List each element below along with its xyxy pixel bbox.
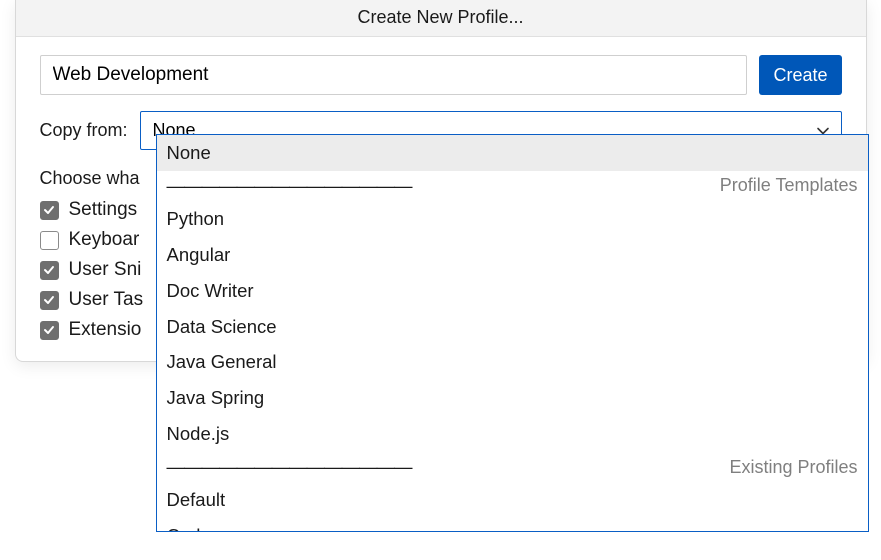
profile-name-input[interactable] bbox=[40, 55, 748, 95]
check-label: User Sni bbox=[69, 259, 142, 281]
separator-icon: —————————————— bbox=[167, 175, 412, 197]
create-profile-dialog: Create New Profile... Create Copy from: … bbox=[15, 0, 867, 362]
checkbox-extensions[interactable] bbox=[40, 321, 59, 340]
dropdown-item[interactable]: Angular bbox=[157, 237, 868, 273]
section-label-existing: Existing Profiles bbox=[729, 457, 857, 478]
check-label: Extensio bbox=[69, 319, 142, 341]
section-label-templates: Profile Templates bbox=[720, 175, 858, 196]
check-label: Keyboar bbox=[69, 229, 140, 251]
dropdown-item[interactable]: Code bbox=[157, 518, 868, 532]
copy-from-label: Copy from: bbox=[40, 120, 128, 141]
dropdown-section-templates: —————————————— Profile Templates bbox=[157, 171, 868, 201]
copy-from-dropdown[interactable]: None —————————————— Profile Templates Py… bbox=[156, 134, 869, 532]
dropdown-item-none[interactable]: None bbox=[157, 135, 868, 171]
dialog-title: Create New Profile... bbox=[16, 0, 866, 37]
checkbox-keyboard[interactable] bbox=[40, 231, 59, 250]
separator-icon: —————————————— bbox=[167, 456, 412, 478]
checkbox-settings[interactable] bbox=[40, 201, 59, 220]
dropdown-item[interactable]: Node.js bbox=[157, 416, 868, 452]
dropdown-item[interactable]: Default bbox=[157, 482, 868, 518]
check-label: User Tas bbox=[69, 289, 144, 311]
checkbox-snippets[interactable] bbox=[40, 261, 59, 280]
dropdown-item[interactable]: Doc Writer bbox=[157, 273, 868, 309]
check-label: Settings bbox=[69, 199, 138, 221]
checkbox-tasks[interactable] bbox=[40, 291, 59, 310]
name-row: Create bbox=[40, 55, 842, 95]
dropdown-item[interactable]: Python bbox=[157, 201, 868, 237]
dropdown-item[interactable]: Java General bbox=[157, 344, 868, 380]
dropdown-section-existing: —————————————— Existing Profiles bbox=[157, 452, 868, 482]
create-button[interactable]: Create bbox=[759, 55, 841, 95]
dropdown-item[interactable]: Java Spring bbox=[157, 380, 868, 416]
dropdown-item[interactable]: Data Science bbox=[157, 309, 868, 345]
